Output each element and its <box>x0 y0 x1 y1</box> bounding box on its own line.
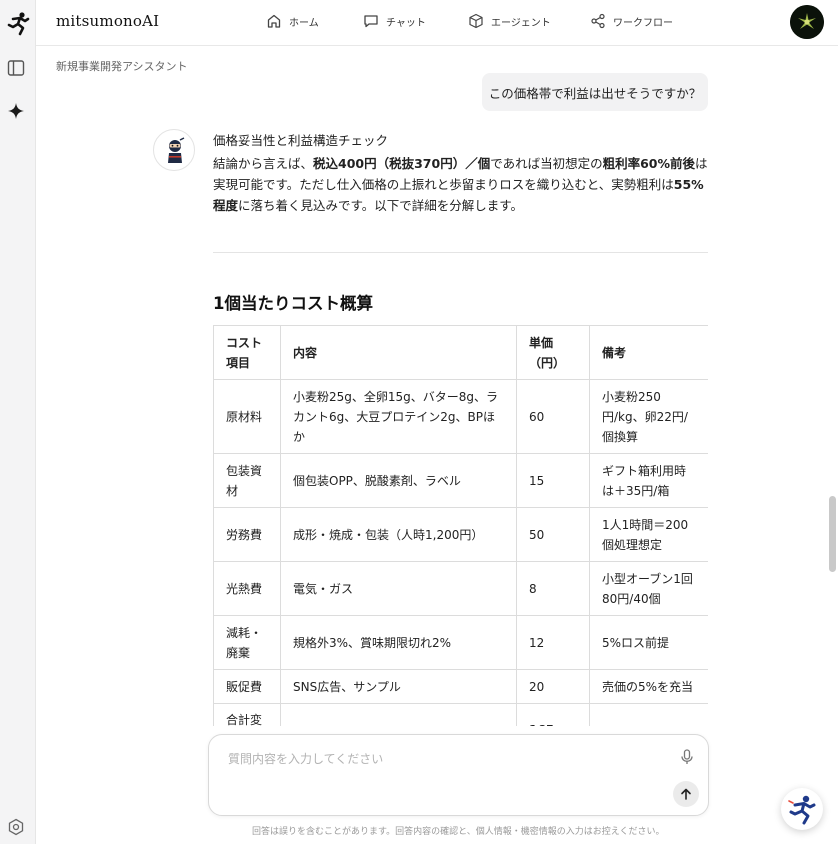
table-cell: 減耗・廃棄 <box>213 615 281 670</box>
table-cell: 小型オーブン1回80円/40個 <box>589 561 708 616</box>
table-header-row: コスト項目 内容 単価（円） 備考 <box>213 325 708 380</box>
chat-icon <box>364 15 378 28</box>
cost-table-container: コスト項目 内容 単価（円） 備考 原材料 小麦粉25g、全卵15g、バター8g… <box>213 325 708 726</box>
nav-chat-label: チャット <box>386 17 426 29</box>
assistant-message-title: 価格妥当性と利益構造チェック <box>213 133 389 148</box>
nav-agent[interactable]: エージェント <box>468 13 551 29</box>
header-cell: 内容 <box>280 325 517 380</box>
sidebar-toggle-icon[interactable] <box>7 59 25 77</box>
table-cell: ギフト箱利用時は＋35円/箱 <box>589 453 708 508</box>
header-cell: コスト項目 <box>213 325 281 380</box>
cube-icon <box>469 13 483 29</box>
body-text-1: 結論から言えば、 <box>213 156 314 171</box>
table-cell: 8 <box>516 561 590 616</box>
table-cell: 12 <box>516 615 590 670</box>
table-row: 原材料 小麦粉25g、全卵15g、バター8g、ラカント6g、大豆プロテイン2g、… <box>213 379 708 454</box>
header-cell: 備考 <box>589 325 708 380</box>
sparkle-icon[interactable] <box>7 102 25 120</box>
home-icon <box>267 14 281 28</box>
table-cell: 売価の5%を充当 <box>589 669 708 704</box>
table-cell: 成形・焼成・包装（人時1,200円） <box>280 507 517 562</box>
chat-scroll-track[interactable] <box>826 72 838 726</box>
table-cell: 60 <box>516 379 590 454</box>
table-cell: 販促費 <box>213 669 281 704</box>
section-divider <box>213 252 708 253</box>
nav-workflow[interactable]: ワークフロー <box>590 13 673 29</box>
table-cell: 165 <box>516 703 590 726</box>
table-row: 減耗・廃棄 規格外3%、賞味期限切れ2% 12 5%ロス前提 <box>213 615 708 670</box>
table-cell: 規格外3%、賞味期限切れ2% <box>280 615 517 670</box>
disclaimer-text: 回答は誤りを含むことがあります。回答内容の確認と、個人情報・機密情報の入力はお控… <box>252 827 665 837</box>
body-text-2: であれば当初想定の <box>490 156 603 171</box>
nav-agent-label: エージェント <box>491 17 551 29</box>
body-bold-margin: 粗利率60%前後 <box>602 156 696 171</box>
brand-name[interactable]: mitsumonoAI <box>56 12 159 30</box>
table-cell: 5%ロス前提 <box>589 615 708 670</box>
cost-section-title: 1個当たりコスト概算 <box>213 294 373 313</box>
table-cell <box>280 703 517 726</box>
cost-table: コスト項目 内容 単価（円） 備考 原材料 小麦粉25g、全卵15g、バター8g… <box>213 325 708 726</box>
table-row: 労務費 成形・焼成・包装（人時1,200円） 50 1人1時間＝200個処理想定 <box>213 507 708 562</box>
table-cell: 包装資材 <box>213 453 281 508</box>
assistant-message-body: 結論から言えば、税込400円（税抜370円）／個であれば当初想定の粗利率60%前… <box>213 153 709 216</box>
nav-workflow-label: ワークフロー <box>613 17 673 29</box>
nav-home[interactable]: ホーム <box>266 13 319 29</box>
ninja-icon <box>168 137 185 163</box>
table-row: 光熱費 電気・ガス 8 小型オーブン1回80円/40個 <box>213 561 708 616</box>
composer-placeholder: 質問内容を入力してください <box>228 752 384 766</box>
table-cell: 電気・ガス <box>280 561 517 616</box>
table-cell: 労務費 <box>213 507 281 562</box>
table-cell: 光熱費 <box>213 561 281 616</box>
nav-home-label: ホーム <box>289 17 319 29</box>
table-cell: 50 <box>516 507 590 562</box>
breadcrumb: 新規事業開発アシスタント <box>56 60 188 73</box>
table-cell: SNS広告、サンプル <box>280 669 517 704</box>
top-header: mitsumonoAI ホーム チャット エージェント ワークフロー <box>36 0 838 46</box>
header-cell: 単価（円） <box>516 325 590 380</box>
table-cell: 小麦粉250円/kg、卵22円/個換算 <box>589 379 708 454</box>
left-rail <box>0 0 36 844</box>
table-cell: 1人1時間＝200個処理想定 <box>589 507 708 562</box>
body-text-4: に落ち着く見込みです。以下で詳細を分解します。 <box>238 198 524 213</box>
table-cell: 合計変 <box>213 703 281 726</box>
arrow-up-icon <box>681 788 691 800</box>
table-cell: 原材料 <box>213 379 281 454</box>
body-bold-price: 税込400円（税抜370円）／個 <box>313 156 491 171</box>
table-row: 販促費 SNS広告、サンプル 20 売価の5%を充当 <box>213 669 708 704</box>
user-avatar[interactable] <box>790 5 824 39</box>
user-message-bubble: この価格帯で利益は出せそうですか？ <box>482 73 708 111</box>
assistant-launcher-button[interactable] <box>781 788 823 830</box>
table-row: 合計変 165 <box>213 703 708 726</box>
runner-ninja-icon <box>788 795 816 825</box>
microphone-icon[interactable] <box>678 748 696 766</box>
runner-logo-icon[interactable] <box>5 10 31 36</box>
chat-scrollbar-thumb[interactable] <box>829 496 836 572</box>
nav-chat[interactable]: チャット <box>363 13 426 29</box>
table-cell: 小麦粉25g、全卵15g、バター8g、ラカント6g、大豆プロテイン2g、BPほか <box>280 379 517 454</box>
assistant-avatar <box>153 129 195 171</box>
share-icon <box>591 13 605 29</box>
send-button[interactable] <box>673 781 699 807</box>
table-cell: 15 <box>516 453 590 508</box>
table-cell <box>589 703 708 726</box>
avatar-plant-icon <box>790 5 824 39</box>
table-cell: 個包装OPP、脱酸素剤、ラベル <box>280 453 517 508</box>
table-cell: 20 <box>516 669 590 704</box>
table-row: 包装資材 個包装OPP、脱酸素剤、ラベル 15 ギフト箱利用時は＋35円/箱 <box>213 453 708 508</box>
message-composer[interactable]: 質問内容を入力してください <box>208 734 709 816</box>
settings-hexagon-icon[interactable] <box>7 818 25 836</box>
